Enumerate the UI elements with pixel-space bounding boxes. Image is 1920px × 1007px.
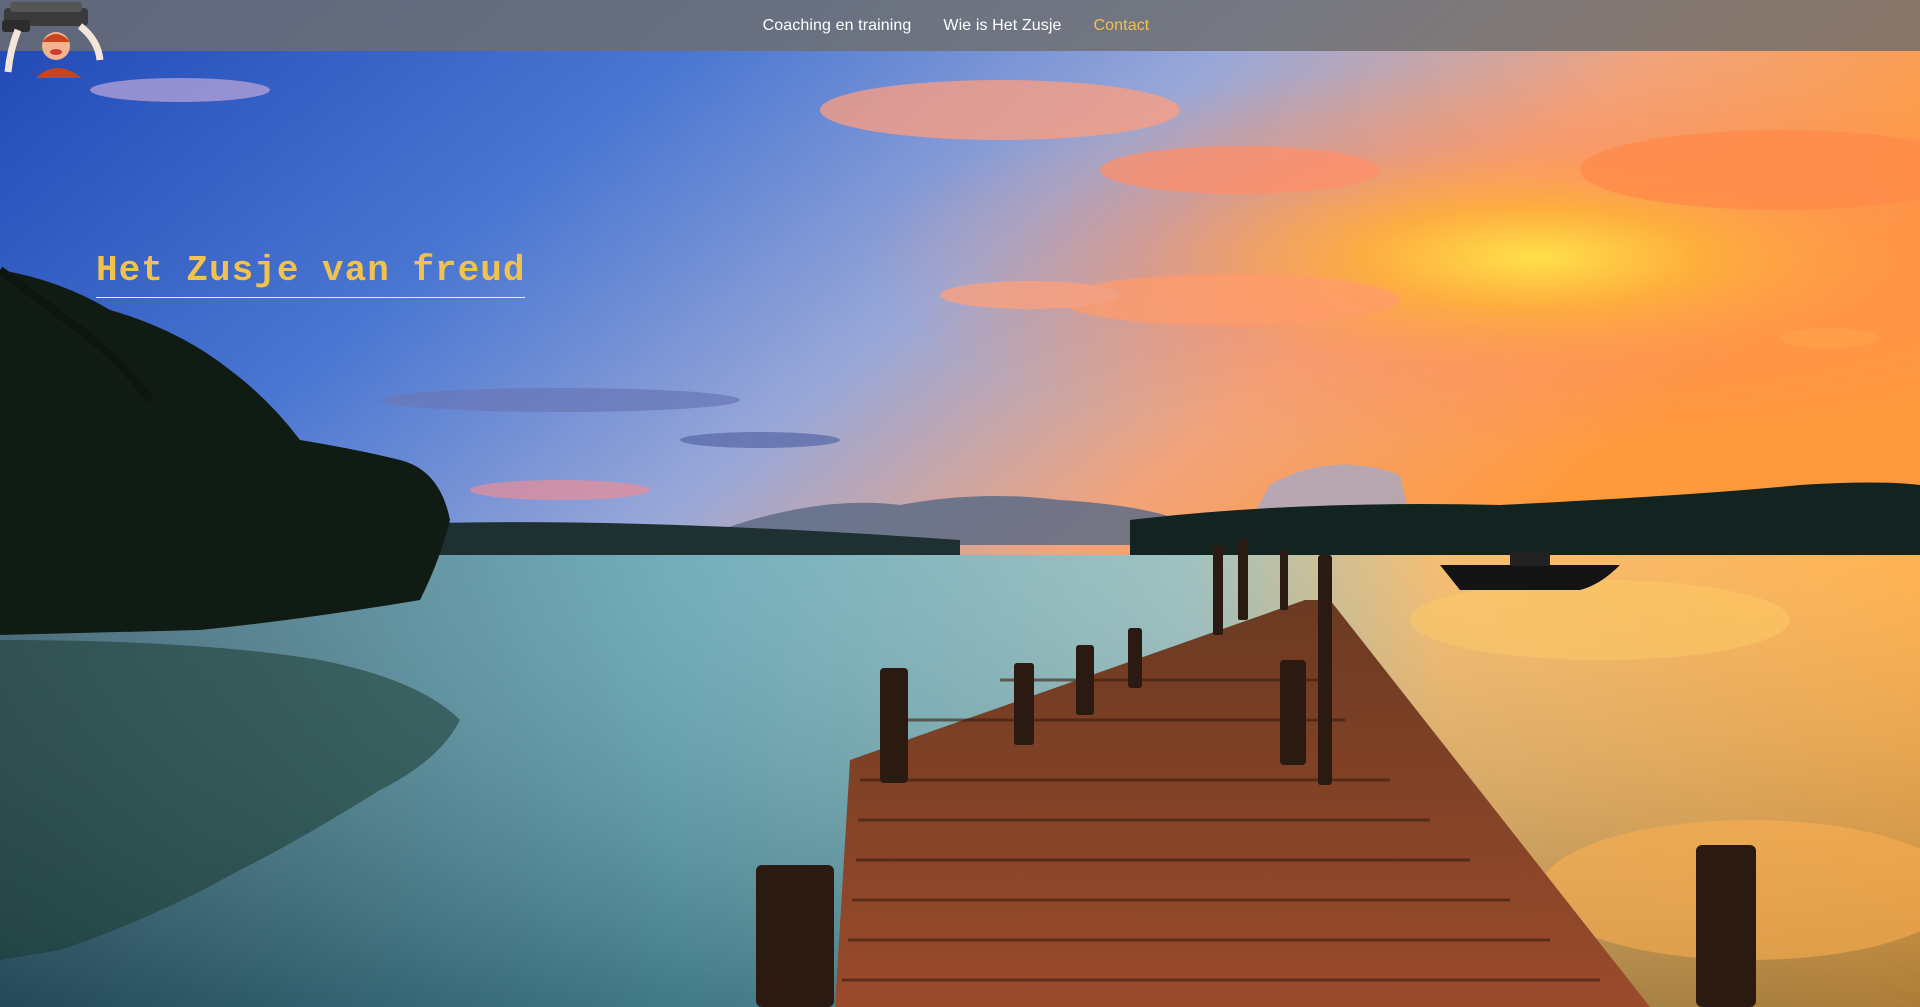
lake-sunset-image <box>0 0 1920 1007</box>
nav-item-coaching[interactable]: Coaching en training <box>763 17 912 35</box>
site-title: Het Zusje van freud <box>96 250 526 299</box>
top-navbar: Coaching en training Wie is Het Zusje Co… <box>0 0 1920 51</box>
main-nav: Coaching en training Wie is Het Zusje Co… <box>763 17 1150 35</box>
nav-item-wie-is-het-zusje[interactable]: Wie is Het Zusje <box>943 17 1061 35</box>
logo-woman-with-books-icon <box>2 2 104 78</box>
site-logo[interactable] <box>0 0 110 78</box>
nav-item-contact[interactable]: Contact <box>1094 17 1150 35</box>
hero-background <box>0 0 1920 1007</box>
